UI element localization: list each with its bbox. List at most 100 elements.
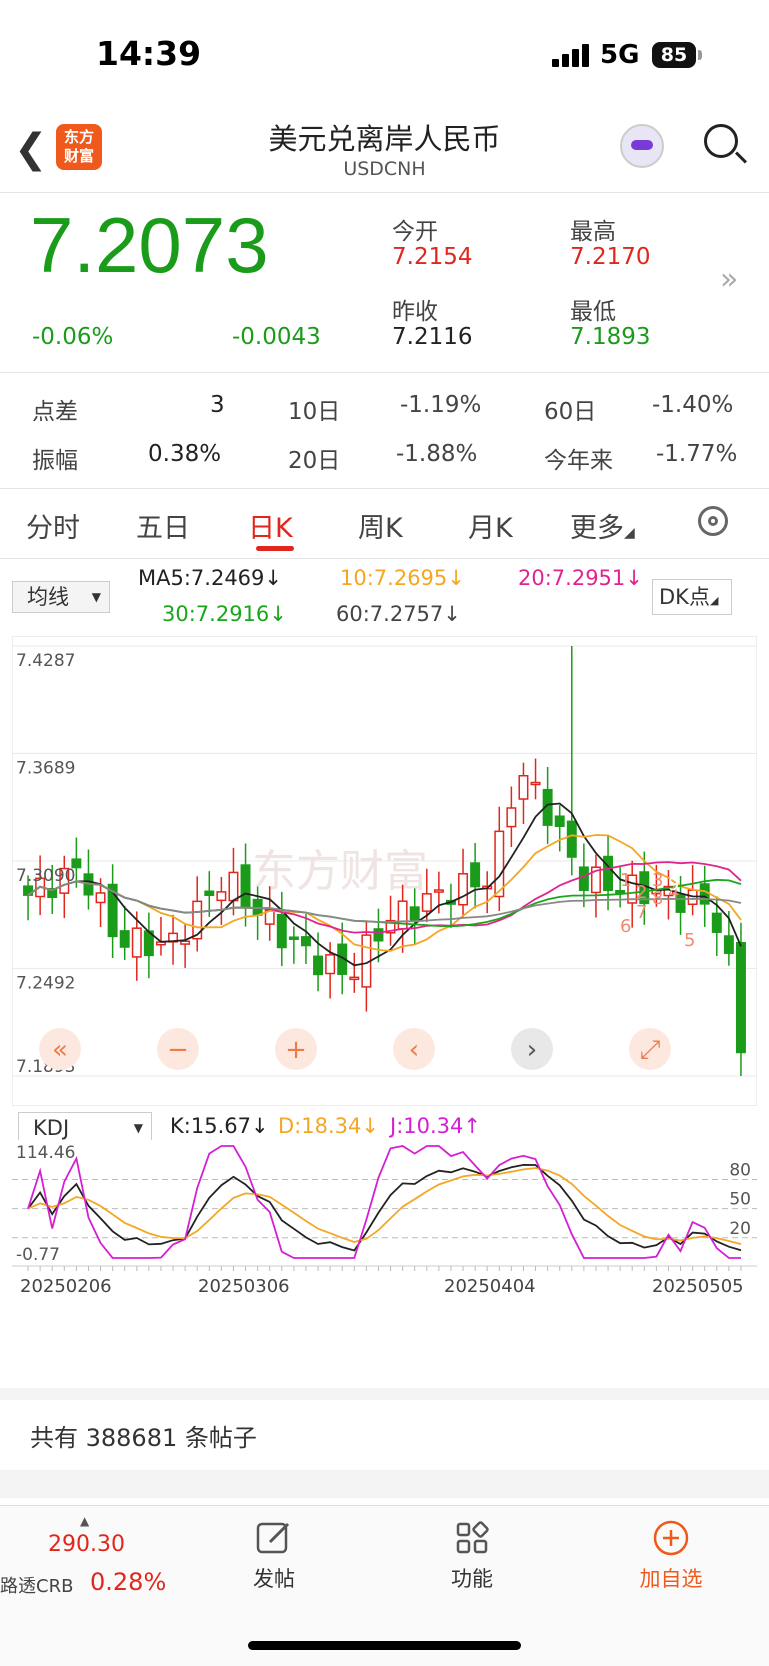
current-price: 7.2073 xyxy=(30,201,269,289)
candle-body xyxy=(506,807,517,828)
candle-body xyxy=(228,871,239,902)
dk-point-select[interactable]: DK点◢ xyxy=(652,579,732,615)
y-tick-label: 7.3689 xyxy=(16,758,75,778)
candle-body xyxy=(180,940,191,945)
candle-body xyxy=(192,900,203,940)
signal-icon xyxy=(552,44,592,67)
candle-body xyxy=(458,873,469,906)
candle-body xyxy=(530,781,541,786)
fullscreen-icon-glyph: ⤢ xyxy=(640,1035,661,1065)
watermark: 东方财富 xyxy=(252,846,428,897)
expand-quote-icon[interactable]: » xyxy=(720,262,738,297)
candle-body xyxy=(735,941,746,1054)
ticker-value[interactable]: 290.30 xyxy=(48,1532,125,1557)
function-button-label: 功能 xyxy=(451,1567,493,1591)
x-axis-date-label: 20250206 xyxy=(20,1276,112,1297)
x-axis-date-label: 20250505 xyxy=(652,1276,744,1297)
tab-five-day[interactable]: 五日 xyxy=(136,506,190,545)
amplitude-label: 振幅 xyxy=(32,448,78,474)
candle-body xyxy=(288,936,299,940)
dropdown-icon: ◢ xyxy=(624,525,635,541)
candle-body xyxy=(578,866,589,891)
amplitude-value: 0.38% xyxy=(148,441,222,467)
d60-value: -1.40% xyxy=(652,392,734,418)
candle-body xyxy=(711,912,722,933)
ma20-value: 20:7.2951↓ xyxy=(518,566,643,590)
candle-body xyxy=(119,930,130,948)
ticker-name[interactable]: 路透CRB xyxy=(0,1572,73,1598)
x-axis-date-label: 20250306 xyxy=(198,1276,290,1297)
ma-select[interactable]: 均线 ▼ xyxy=(12,581,110,613)
tab-daily-k[interactable]: 日K xyxy=(248,506,293,545)
add-watchlist-label: 加自选 xyxy=(639,1567,703,1591)
dk-point-mark: 2 xyxy=(636,882,647,903)
add-watchlist-button[interactable]: 加自选 xyxy=(626,1518,716,1593)
low-value: 7.1893 xyxy=(570,324,651,350)
candle-body xyxy=(603,855,614,892)
post-count[interactable]: 共有 388681 条帖子 xyxy=(30,1418,257,1453)
open-label: 今开 xyxy=(392,219,438,245)
candle-body xyxy=(325,954,336,975)
post-button[interactable]: 发帖 xyxy=(234,1518,314,1593)
candle-body xyxy=(240,864,251,908)
spread-label: 点差 xyxy=(32,399,78,425)
indicator-select-label: KDJ xyxy=(33,1116,70,1140)
dropdown-icon: ▼ xyxy=(91,590,101,604)
back-icon[interactable]: ❮ xyxy=(14,126,48,172)
prev-close-label: 昨收 xyxy=(392,299,438,325)
low-label: 最低 xyxy=(570,299,616,325)
kdj-k-value: K:15.67↓ xyxy=(170,1114,269,1138)
post-button-label: 发帖 xyxy=(253,1567,295,1591)
ytd-label: 今年来 xyxy=(544,448,613,474)
ma60-value: 60:7.2757↓ xyxy=(336,602,461,626)
ytd-value: -1.77% xyxy=(656,441,738,467)
function-button[interactable]: 功能 xyxy=(432,1518,512,1593)
candle-body xyxy=(373,928,384,942)
tab-more-label: 更多 xyxy=(570,513,624,544)
candle-body xyxy=(349,976,360,981)
battery-icon: 85 xyxy=(652,42,696,68)
divider xyxy=(0,558,769,559)
kdj-right-tick: 20 xyxy=(729,1219,751,1239)
tab-weekly-k[interactable]: 周K xyxy=(358,506,403,545)
network-type: 5G xyxy=(600,40,640,70)
kdj-right-tick: 80 xyxy=(729,1160,751,1180)
candle-body xyxy=(397,900,408,930)
kdj-frame xyxy=(12,1140,757,1330)
settings-icon[interactable] xyxy=(698,506,728,536)
candle-body xyxy=(494,830,505,898)
candle-body xyxy=(300,936,311,947)
d20-value: -1.88% xyxy=(396,441,478,467)
divider xyxy=(0,372,769,373)
candle-body xyxy=(566,820,577,858)
candlestick-chart[interactable]: 东方财富 7.42877.36897.30907.24927.1893 1234… xyxy=(12,636,757,1106)
kdj-d-value: D:18.34↓ xyxy=(278,1114,379,1138)
y-tick-label: 7.4287 xyxy=(16,651,75,671)
divider xyxy=(0,1388,769,1400)
app-logo[interactable]: 东方 财富 xyxy=(56,124,102,170)
tab-monthly-k[interactable]: 月K xyxy=(468,506,513,545)
dropdown-icon: ▼ xyxy=(133,1121,143,1135)
scroll-right-icon-glyph: › xyxy=(527,1035,537,1065)
robot-assistant-icon[interactable] xyxy=(620,124,664,168)
ma5-value: MA5:7.2469↓ xyxy=(138,566,282,590)
tab-intraday[interactable]: 分时 xyxy=(26,506,80,545)
home-indicator xyxy=(248,1641,521,1650)
candle-body xyxy=(313,955,324,976)
d10-label: 10日 xyxy=(288,399,341,425)
candle-body xyxy=(470,862,481,888)
ma-select-label: 均线 xyxy=(27,585,69,609)
grid-icon xyxy=(456,1521,489,1554)
candle-body xyxy=(421,893,432,912)
zoom-in-icon-glyph: + xyxy=(285,1035,307,1065)
header: 美元兑离岸人民币 USDCNH ❮ 东方 财富 xyxy=(0,110,769,192)
search-icon[interactable] xyxy=(704,124,738,158)
period-tabs: 分时 五日 日K 周K 月K 更多◢ xyxy=(0,488,769,558)
divider xyxy=(0,1470,769,1498)
y-tick-label: 7.2492 xyxy=(16,973,75,993)
tab-more[interactable]: 更多◢ xyxy=(570,506,635,545)
dropdown-icon: ◢ xyxy=(709,594,719,607)
kdj-chart[interactable]: 80 50 20 114.46 -0.77 20250206 20250306 202504… xyxy=(12,1140,757,1330)
candle-body xyxy=(615,890,626,894)
candle-body xyxy=(554,815,565,827)
